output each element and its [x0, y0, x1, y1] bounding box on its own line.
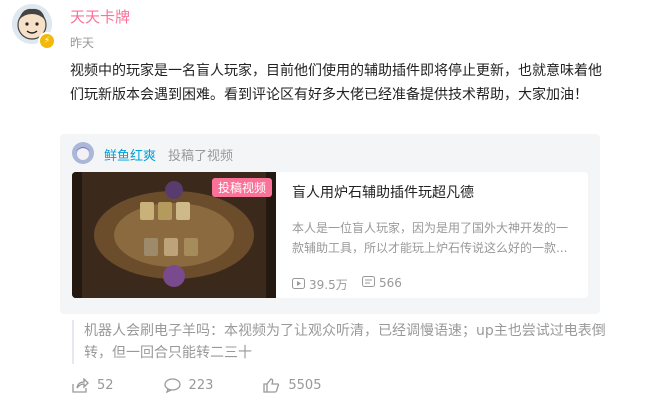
- video-thumbnail[interactable]: 投稿视频: [72, 172, 276, 298]
- verified-badge-icon: ⚡: [38, 32, 56, 50]
- post-timestamp: 昨天: [70, 36, 95, 50]
- username[interactable]: 天天卡牌: [70, 6, 130, 27]
- top-comment[interactable]: 机器人会刷电子羊吗：本视频为了让观众听清，已经调慢语速；up主也尝试过电表倒转，…: [72, 320, 624, 364]
- danmaku-count: 566: [362, 276, 402, 290]
- share-button[interactable]: 52: [72, 378, 114, 393]
- video-title[interactable]: 盲人用炉石辅助插件玩超凡德: [292, 182, 474, 202]
- shared-video-box: 鲜鱼红爽 投稿了视频 投稿视频 盲人用炉石辅助插件玩超凡德 本人是一位盲人玩家，…: [60, 134, 600, 314]
- thumbs-up-icon: [263, 378, 280, 393]
- action-bar: 52 223 5505: [72, 378, 371, 393]
- video-type-badge: 投稿视频: [212, 178, 273, 197]
- comment-button[interactable]: 223: [163, 378, 214, 393]
- sharer-action-text: 投稿了视频: [168, 149, 234, 164]
- danmaku-count-value: 566: [379, 276, 402, 290]
- video-description: 本人是一位盲人玩家，因为是用了国外大神开发的一款辅助工具，所以才能玩上炉石传说这…: [292, 221, 569, 255]
- comment-author[interactable]: 机器人会刷电子羊吗: [84, 323, 210, 339]
- post-text: 视频中的玩家是一名盲人玩家，目前他们使用的辅助插件即将停止更新，也就意味着他们玩…: [70, 63, 602, 103]
- like-button[interactable]: 5505: [263, 378, 321, 393]
- play-icon: [292, 277, 305, 292]
- play-count-value: 39.5万: [309, 278, 348, 292]
- share-icon: [72, 378, 89, 393]
- like-count: 5505: [288, 378, 322, 393]
- danmaku-icon: [362, 276, 375, 290]
- comment-count: 223: [188, 378, 214, 393]
- sharer-avatar[interactable]: [72, 142, 94, 164]
- share-count: 52: [97, 378, 114, 393]
- sharer-name[interactable]: 鲜鱼红爽: [104, 145, 156, 164]
- video-card[interactable]: 投稿视频 盲人用炉石辅助插件玩超凡德 本人是一位盲人玩家，因为是用了国外大神开发…: [72, 172, 588, 298]
- comment-separator: ：: [210, 323, 224, 339]
- comment-icon: [163, 378, 181, 393]
- play-count: 39.5万: [292, 276, 348, 293]
